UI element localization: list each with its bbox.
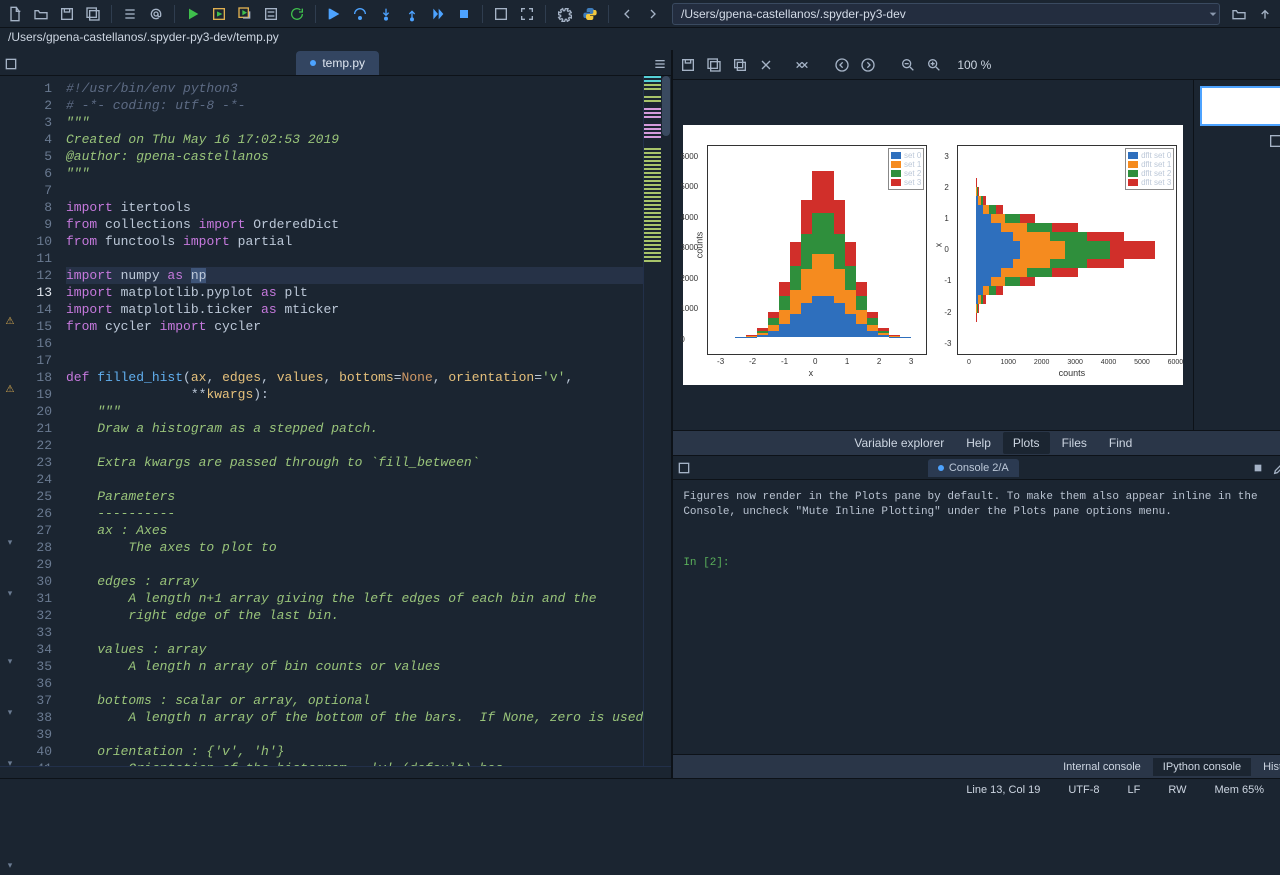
plot-thumbnails — [1193, 80, 1280, 430]
bottom-tab-ipython-console[interactable]: IPython console — [1153, 758, 1251, 776]
step-into-icon[interactable] — [375, 3, 397, 25]
continue-icon[interactable] — [427, 3, 449, 25]
pane-tab-variable-explorer[interactable]: Variable explorer — [844, 432, 954, 454]
fullscreen-icon[interactable] — [516, 3, 538, 25]
plots-close-all-icon[interactable] — [791, 54, 813, 76]
status-mem: Mem 65% — [1214, 784, 1264, 796]
editor-filepath: /Users/gpena-castellanos/.spyder-py3-dev… — [0, 28, 1280, 50]
zoom-in-icon[interactable] — [923, 54, 945, 76]
plots-save-icon[interactable] — [677, 54, 699, 76]
run-selection-icon[interactable] — [260, 3, 282, 25]
bottom-tab-internal-console[interactable]: Internal console — [1053, 758, 1151, 776]
browse-tabs-icon[interactable] — [0, 53, 22, 75]
open-file-icon[interactable] — [30, 3, 52, 25]
stop-debug-icon[interactable] — [453, 3, 475, 25]
editor-scroll-h[interactable] — [0, 766, 671, 778]
editor-tabrow: temp.py — [0, 50, 671, 76]
console-tabrow: Console 2/A — [673, 456, 1280, 480]
new-file-icon[interactable] — [4, 3, 26, 25]
pane-tabs: Variable explorerHelpPlotsFilesFind — [673, 430, 1280, 456]
console-note: Figures now render in the Plots pane by … — [683, 490, 1280, 520]
plots-close-icon[interactable] — [755, 54, 777, 76]
editor-scroll-v[interactable] — [661, 76, 671, 766]
zoom-out-icon[interactable] — [897, 54, 919, 76]
editor-options-icon[interactable] — [649, 53, 671, 75]
modified-dot-icon — [310, 60, 316, 66]
path-dropdown-icon[interactable] — [1202, 3, 1224, 25]
forward-icon[interactable] — [642, 3, 664, 25]
main-toolbar — [0, 0, 1280, 28]
plots-pane: xcounts0100020003000400050006000-3-2-101… — [673, 80, 1280, 430]
editor-tab[interactable]: temp.py — [296, 51, 379, 75]
plots-toolbar: 100 % — [673, 50, 1280, 80]
plots-prev-icon[interactable] — [831, 54, 853, 76]
preferences-icon[interactable] — [553, 3, 575, 25]
zoom-label: 100 % — [957, 58, 991, 72]
step-out-icon[interactable] — [401, 3, 423, 25]
pane-tab-find[interactable]: Find — [1099, 432, 1142, 454]
plots-next-icon[interactable] — [857, 54, 879, 76]
console-output[interactable]: Figures now render in the Plots pane by … — [673, 480, 1280, 754]
outline-icon[interactable] — [119, 3, 141, 25]
step-over-icon[interactable] — [349, 3, 371, 25]
console-prompt: In [2]: — [683, 556, 1280, 571]
console-tab[interactable]: Console 2/A — [928, 459, 1019, 477]
run-cell-advance-icon[interactable] — [234, 3, 256, 25]
status-rw: RW — [1168, 784, 1186, 796]
python-path-icon[interactable] — [579, 3, 601, 25]
bottom-tabs: Internal consoleIPython consoleHistory — [673, 754, 1280, 778]
minimap[interactable] — [643, 76, 661, 766]
working-dir-input[interactable] — [672, 3, 1220, 25]
run-cell-icon[interactable] — [208, 3, 230, 25]
at-icon[interactable] — [145, 3, 167, 25]
console-stop-icon[interactable] — [1247, 457, 1269, 479]
status-encoding: UTF-8 — [1068, 784, 1099, 796]
statusbar: Line 13, Col 19 UTF-8 LF RW Mem 65% — [0, 778, 1280, 800]
console-edit-icon[interactable] — [1269, 457, 1280, 479]
pane-tab-plots[interactable]: Plots — [1003, 432, 1050, 454]
run-icon[interactable] — [182, 3, 204, 25]
console-tab-label: Console 2/A — [949, 462, 1009, 474]
console-browse-icon[interactable] — [673, 457, 695, 479]
plots-save-all-icon[interactable] — [703, 54, 725, 76]
save-icon[interactable] — [56, 3, 78, 25]
pane-tab-help[interactable]: Help — [956, 432, 1001, 454]
pane-tab-files[interactable]: Files — [1052, 432, 1097, 454]
maximize-icon[interactable] — [490, 3, 512, 25]
browse-dir-icon[interactable] — [1228, 3, 1250, 25]
plot-thumbnail[interactable] — [1200, 86, 1280, 126]
status-line-col: Line 13, Col 19 — [966, 784, 1040, 796]
tab-label: temp.py — [322, 56, 365, 70]
bottom-tab-history[interactable]: History — [1253, 758, 1280, 776]
run-again-icon[interactable] — [286, 3, 308, 25]
back-icon[interactable] — [616, 3, 638, 25]
console-dot-icon — [938, 465, 944, 471]
plots-copy-icon[interactable] — [729, 54, 751, 76]
code-editor[interactable]: ⚠⚠▾▾▾▾▾▾ 1234567891011121314151617181920… — [0, 76, 671, 766]
plot-viewer[interactable]: xcounts0100020003000400050006000-3-2-101… — [673, 80, 1193, 430]
thumb-save-icon[interactable] — [1267, 132, 1280, 150]
status-eol: LF — [1127, 784, 1140, 796]
debug-icon[interactable] — [323, 3, 345, 25]
save-all-icon[interactable] — [82, 3, 104, 25]
parent-dir-icon[interactable] — [1254, 3, 1276, 25]
